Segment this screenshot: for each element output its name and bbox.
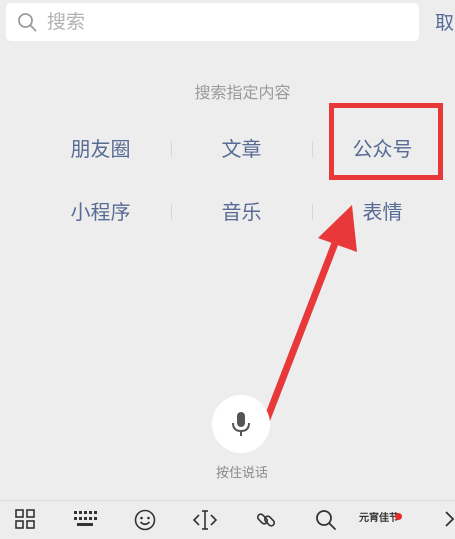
voice-input-label: 按住说话 [215,466,268,481]
cursor-move-icon[interactable] [188,509,222,539]
festival-brand-icon[interactable]: 元宵佳节 [359,513,399,524]
grid-icon[interactable] [8,509,42,539]
search-icon[interactable] [309,509,343,539]
chevron-right-icon[interactable] [432,509,455,539]
keyboard-toolbar: 元宵佳节 [0,500,455,539]
voice-input-button[interactable] [212,395,270,453]
link-icon[interactable] [249,509,283,539]
notification-dot [395,513,402,520]
emoji-icon[interactable] [128,509,162,539]
microphone-icon [232,412,250,436]
annotation-arrow [258,205,357,436]
keyboard-icon[interactable] [68,509,102,539]
